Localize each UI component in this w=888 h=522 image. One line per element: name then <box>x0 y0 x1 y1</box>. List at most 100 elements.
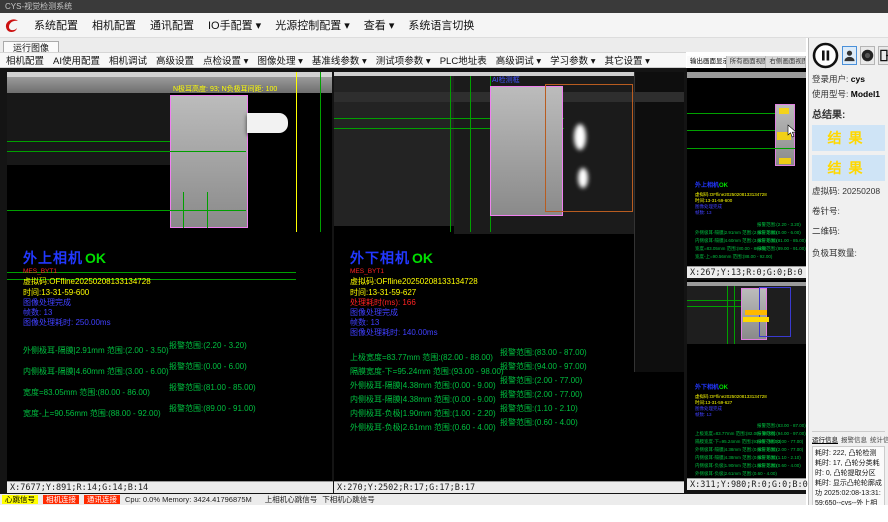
camera-view-lower[interactable]: AI检测框 外下相机OK MES_BYT1 虚拟码:OFfline2025020… <box>334 72 684 481</box>
lower-camera-heartbeat: 下相机心跳信号 <box>322 494 375 505</box>
camera-view-upper[interactable]: N极耳高度: 93; N负极耳间距: 100 外上相机OK MES_BYT1 虚… <box>7 72 332 481</box>
reel-number-label: 卷针号: <box>812 205 885 217</box>
alarm-range: 报警范围:(0.00 - 6.00) <box>169 361 247 372</box>
tool-image-processing[interactable]: 图像处理 ▾ <box>257 53 302 67</box>
proc-elapsed-red: 处理耗时(ms): 166 <box>350 298 670 308</box>
cursor-readout-upper: X:7677;Y:891;R:14;G:14;B:14 <box>7 481 333 493</box>
measure-row: 外侧极耳-隔膜|2.91mm 范围:(2.00 - 3.50)报警范围:(2.2… <box>695 221 803 229</box>
measure-line <box>7 151 246 152</box>
measure-row: 宽度=83.05mm 范围:(80.00 - 86.00)报警范围:(81.00… <box>23 382 325 403</box>
preview-tab-all-views[interactable]: 所有画面视图 <box>727 56 767 68</box>
preview-tab-output[interactable]: 输出画面显示 <box>687 56 727 68</box>
panel-spacer <box>812 259 885 427</box>
model-label: 使用型号: <box>812 89 848 99</box>
tool-advanced-settings[interactable]: 高级设置 <box>156 53 194 67</box>
tool-other-settings[interactable]: 其它设置 ▾ <box>605 53 650 67</box>
machine-rail <box>687 72 806 78</box>
frame-count: 帧数: 13 <box>695 412 803 418</box>
glare-spot <box>578 168 588 188</box>
tool-test-params[interactable]: 测试项参数 ▾ <box>376 53 431 67</box>
measure-line <box>687 306 741 307</box>
measure-row: 内侧极耳-负极|1.90mm 范围:(1.00 - 2.20)报警范围:(1.1… <box>350 403 670 417</box>
measure-line <box>183 192 184 228</box>
measure-line <box>687 148 795 149</box>
exit-button[interactable] <box>878 46 888 65</box>
main-area: N极耳高度: 93; N负极耳间距: 100 外上相机OK MES_BYT1 虚… <box>0 68 806 494</box>
measure-row: 内侧极耳-隔膜|4.60mm 范围:(3.00 - 6.00)报警范围:(0.0… <box>695 229 803 237</box>
alarm-range: 报警范围:(2.00 - 77.00) <box>500 389 582 400</box>
qr-code-label: 二维码: <box>812 225 885 237</box>
measure-row: 外侧极耳-隔膜|2.91mm 范围:(2.00 - 3.50)报警范围:(2.2… <box>23 340 325 361</box>
menu-item-io-config[interactable]: IO手配置 ▾ <box>208 17 261 33</box>
mouse-cursor <box>787 124 797 143</box>
tool-camera-config[interactable]: 相机配置 <box>6 53 44 67</box>
mini-overlay: 外下相机OK 虚拟码:OFfline20250208133134728 时间:1… <box>695 376 803 470</box>
menu-item-language[interactable]: 系统语言切换 <box>408 17 474 33</box>
result-overlay-lower: 外下相机OK MES_BYT1 虚拟码:OFfline2025020813313… <box>350 248 670 431</box>
mes-flag: MES_BYT1 <box>23 268 325 276</box>
preview-lower[interactable]: 外下相机OK 虚拟码:OFfline20250208133134728 时间:1… <box>687 280 806 478</box>
tool-camera-debug[interactable]: 相机调试 <box>109 53 147 67</box>
alarm-range: 报警范围:(94.00 - 97.00) <box>757 430 806 438</box>
log-tab-alarm[interactable]: 报警信息 <box>841 434 867 444</box>
menu-item-camera-config[interactable]: 相机配置 <box>92 17 136 33</box>
login-user-label: 登录用户: <box>812 74 848 84</box>
frame-count: 帧数: 13 <box>695 210 803 216</box>
measure-line <box>687 300 741 301</box>
pause-button[interactable] <box>812 42 839 69</box>
log-tab-bar: 运行信息 报警信息 统计信息 <box>812 431 885 444</box>
ai-box-annotation: AI检测框 <box>492 75 520 85</box>
highlight-mark <box>779 108 789 114</box>
tool-plc-address[interactable]: PLC地址表 <box>440 53 487 67</box>
cpu-memory-readout: Cpu: 0.0% Memory: 3424.41796875M <box>125 495 252 504</box>
glare-spot <box>574 124 586 150</box>
alarm-range: 报警范围:(83.00 - 87.00) <box>757 422 806 430</box>
tool-learning-params[interactable]: 学习参数 ▾ <box>550 53 595 67</box>
menu-item-view[interactable]: 查看 ▾ <box>364 17 395 33</box>
tool-advanced-debug[interactable]: 高级调试 ▾ <box>496 53 541 67</box>
menu-item-system-config[interactable]: 系统配置 <box>34 17 78 33</box>
process-done: 图像处理完成 <box>350 308 670 318</box>
highlight-mark <box>745 310 767 315</box>
camera-connection-badge: 相机连接 <box>43 495 79 504</box>
alarm-range: 报警范围:(89.00 - 91.00) <box>169 403 256 414</box>
ok-status: OK <box>719 183 728 189</box>
user-mode-button[interactable] <box>842 46 857 65</box>
alarm-range: 报警范围:(0.60 - 4.00) <box>757 462 801 470</box>
log-tab-stats[interactable]: 统计信息 <box>870 434 888 444</box>
tool-baseline-params[interactable]: 基准线参数 ▾ <box>312 53 367 67</box>
upper-camera-heartbeat: 上相机心跳信号 <box>265 494 318 505</box>
measure-row: 宽度-上=90.56mm 范围:(88.00 - 92.00)报警范围:(89.… <box>23 403 325 424</box>
tool-spotcheck-settings[interactable]: 点检设置 ▾ <box>203 53 248 67</box>
frame-count: 帧数: 13 <box>350 318 670 328</box>
ok-status: OK <box>412 250 433 266</box>
machine-rail-shadow <box>7 77 332 93</box>
virtual-code-row: 虚拟码: 20250208 <box>812 185 885 197</box>
app-logo-icon <box>4 17 20 33</box>
camera-name: 外下相机 <box>350 250 410 266</box>
log-tab-run[interactable]: 运行信息 <box>812 434 838 444</box>
tab-measure-annotation: N极耳高度: 93; N负极耳间距: 100 <box>173 84 277 94</box>
tool-ai-config[interactable]: AI使用配置 <box>53 53 100 67</box>
measure-value: 内侧极耳-隔膜|4.60mm 范围:(3.00 - 6.00) <box>23 367 169 376</box>
preview-upper[interactable]: 外上相机OK 虚拟码:OFfline20250208133134728 时间:1… <box>687 68 806 266</box>
view-tab-row: 运行图像 <box>0 38 806 52</box>
measure-row: 隔膜宽度-下=95.24mm 范围:(93.00 - 98.00)报警范围:(9… <box>350 361 670 375</box>
control-button-row <box>812 42 885 69</box>
user-icon <box>843 49 856 62</box>
measure-row: 内侧极耳-隔膜|4.38mm 范围:(0.00 - 9.00)报警范围:(2.0… <box>695 446 803 454</box>
reference-line-yellow <box>296 72 297 232</box>
menu-item-comm-config[interactable]: 通讯配置 <box>150 17 194 33</box>
measure-row: 上极宽度=83.77mm 范围:(82.00 - 88.00)报警范围:(83.… <box>350 347 670 361</box>
preview-tab-right-views[interactable]: 右侧画面视图 <box>766 56 806 68</box>
cursor-readout-preview-upper: X:267;Y:13;R:0;G:0;B:0 <box>687 266 806 278</box>
measure-row: 外侧极耳-隔膜|4.38mm 范围:(0.00 - 9.00)报警范围:(2.0… <box>695 438 803 446</box>
mes-flag: MES_BYT1 <box>350 268 670 276</box>
camera-mode-button[interactable] <box>860 46 875 65</box>
measure-value: 外侧极耳-隔膜|2.91mm 范围:(2.00 - 3.50) <box>23 346 169 355</box>
menu-item-light-config[interactable]: 光源控制配置 ▾ <box>275 17 350 33</box>
virtual-code: 虚拟码:OFfline20250208133134728 <box>23 276 325 287</box>
virtual-code: 虚拟码:OFfline20250208133134728 <box>350 276 670 287</box>
process-elapsed: 图像处理耗时: 140.00ms <box>350 328 670 338</box>
measure-row: 内侧极耳-隔膜|4.60mm 范围:(3.00 - 6.00)报警范围:(0.0… <box>23 361 325 382</box>
